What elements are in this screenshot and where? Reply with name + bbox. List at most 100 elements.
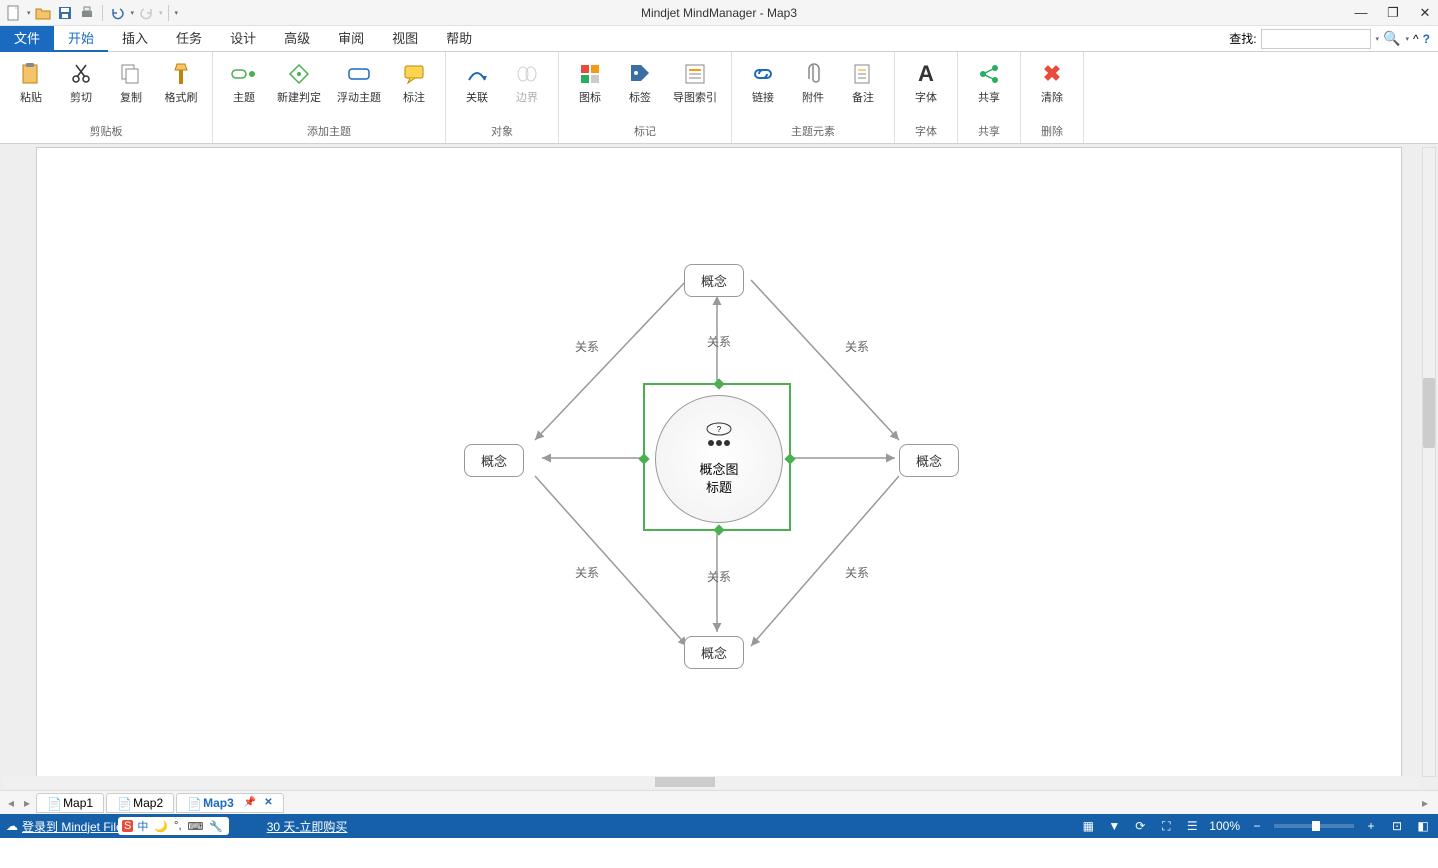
redo-icon[interactable] xyxy=(136,3,156,23)
cloud-login-icon[interactable]: ☁ xyxy=(6,819,18,833)
pin-icon[interactable]: 📌 xyxy=(244,797,256,808)
vertical-scrollbar[interactable] xyxy=(1422,147,1436,777)
ime-lang[interactable]: 中 xyxy=(135,818,150,834)
group-delete: ✖清除 删除 xyxy=(1021,52,1084,143)
qat-customize-icon[interactable]: ▾ xyxy=(175,9,179,17)
font-button[interactable]: A字体 xyxy=(903,56,949,121)
tab-start[interactable]: 开始 xyxy=(54,26,108,52)
outline-icon[interactable]: ☰ xyxy=(1183,817,1201,835)
sogou-icon[interactable]: S xyxy=(122,820,133,832)
tab-scroll-left-icon[interactable]: ◂ xyxy=(4,796,18,810)
clear-button[interactable]: ✖清除 xyxy=(1029,56,1075,121)
tab-review[interactable]: 审阅 xyxy=(324,26,378,52)
share-button[interactable]: 共享 xyxy=(966,56,1012,121)
tab-task[interactable]: 任务 xyxy=(162,26,216,52)
search-dropdown-icon[interactable]: ▾ xyxy=(1376,35,1380,43)
new-file-icon[interactable] xyxy=(4,3,24,23)
refresh-icon[interactable]: ⟳ xyxy=(1131,817,1149,835)
map-icon: 📄 xyxy=(47,797,59,809)
float-topic-button[interactable]: 浮动主题 xyxy=(331,56,387,121)
copy-button[interactable]: 复制 xyxy=(108,56,154,121)
boundary-button[interactable]: 边界 xyxy=(504,56,550,121)
attachment-button[interactable]: 附件 xyxy=(790,56,836,121)
tab-view[interactable]: 视图 xyxy=(378,26,432,52)
maximize-button[interactable]: ❐ xyxy=(1384,5,1402,21)
center-topic[interactable]: ? 概念图标题 xyxy=(643,383,791,531)
search-input[interactable] xyxy=(1261,29,1371,49)
punct-icon[interactable]: °, xyxy=(172,820,183,832)
tab-advanced[interactable]: 高级 xyxy=(270,26,324,52)
fullscreen-icon[interactable]: ⛶ xyxy=(1157,817,1175,835)
center-title: 概念图标题 xyxy=(699,461,738,497)
collapse-ribbon-icon[interactable]: ^ xyxy=(1413,32,1419,46)
print-icon[interactable] xyxy=(77,3,97,23)
tag-button[interactable]: 标签 xyxy=(617,56,663,121)
group-add-topic: 主题 新建判定 浮动主题 标注 添加主题 xyxy=(213,52,446,143)
concept-node-right[interactable]: 概念 xyxy=(899,444,959,477)
search-label: 查找: xyxy=(1229,30,1256,47)
moon-icon[interactable]: 🌙 xyxy=(152,820,170,833)
format-painter-button[interactable]: 格式刷 xyxy=(158,56,204,121)
ribbon-tabs: 文件 开始 插入 任务 设计 高级 审阅 视图 帮助 查找: ▾ 🔍▾ ^ ? xyxy=(0,26,1438,52)
tab-design[interactable]: 设计 xyxy=(216,26,270,52)
document-tabs: ◂ ▸ 📄Map1 📄Map2 📄Map3📌✕ ▸ xyxy=(0,790,1438,814)
tab-scroll-right-icon[interactable]: ▸ xyxy=(20,796,34,810)
dropdown-icon[interactable]: ▾ xyxy=(159,9,163,17)
ime-toolbar[interactable]: S 中 🌙 °, ⌨ 🔧 xyxy=(118,817,229,835)
horizontal-scrollbar[interactable] xyxy=(3,776,1420,788)
tab-help[interactable]: 帮助 xyxy=(432,26,486,52)
status-view-icon[interactable]: ▦ xyxy=(1079,817,1097,835)
keyboard-icon[interactable]: ⌨ xyxy=(186,820,206,833)
doc-tab-map3[interactable]: 📄Map3📌✕ xyxy=(176,793,284,813)
wrench-icon[interactable]: 🔧 xyxy=(207,820,225,833)
minimize-button[interactable]: — xyxy=(1352,5,1370,21)
callout-button[interactable]: 标注 xyxy=(391,56,437,121)
relation-label[interactable]: 关系 xyxy=(845,338,869,355)
map-index-button[interactable]: 导图索引 xyxy=(667,56,723,121)
concept-node-bottom[interactable]: 概念 xyxy=(684,636,744,669)
new-decision-button[interactable]: 新建判定 xyxy=(271,56,327,121)
canvas[interactable]: 概念 概念 概念 概念 ? 概念图标题 关系 关系 关系 关系 关系 关系 xyxy=(36,147,1402,777)
tab-insert[interactable]: 插入 xyxy=(108,26,162,52)
zoom-slider[interactable] xyxy=(1274,824,1354,828)
binoculars-icon[interactable]: 🔍 xyxy=(1383,30,1400,47)
relation-label[interactable]: 关系 xyxy=(845,564,869,581)
window-controls: — ❐ ✕ xyxy=(1352,5,1434,21)
help-icon[interactable]: ? xyxy=(1423,32,1430,46)
cut-button[interactable]: 剪切 xyxy=(58,56,104,121)
close-button[interactable]: ✕ xyxy=(1416,5,1434,21)
panel-icon[interactable]: ◧ xyxy=(1414,817,1432,835)
relation-button[interactable]: 关联 xyxy=(454,56,500,121)
relation-label[interactable]: 关系 xyxy=(575,564,599,581)
concept-node-top[interactable]: 概念 xyxy=(684,264,744,297)
save-icon[interactable] xyxy=(55,3,75,23)
doc-tab-map1[interactable]: 📄Map1 xyxy=(36,793,104,813)
open-folder-icon[interactable] xyxy=(33,3,53,23)
concept-node-left[interactable]: 概念 xyxy=(464,444,524,477)
relation-label[interactable]: 关系 xyxy=(707,568,731,585)
zoom-in-icon[interactable]: + xyxy=(1362,817,1380,835)
close-tab-icon[interactable]: ✕ xyxy=(264,797,272,808)
relation-label[interactable]: 关系 xyxy=(707,333,731,350)
login-link[interactable]: 登录到 Mindjet File xyxy=(22,818,123,835)
zoom-out-icon[interactable]: − xyxy=(1248,817,1266,835)
relation-label[interactable]: 关系 xyxy=(575,338,599,355)
tab-scroll-right-end-icon[interactable]: ▸ xyxy=(1416,796,1434,810)
filter-icon[interactable]: ▼ xyxy=(1105,817,1123,835)
statusbar: ☁ 登录到 Mindjet File S 中 🌙 °, ⌨ 🔧 30 天-立即购… xyxy=(0,814,1438,838)
note-button[interactable]: 备注 xyxy=(840,56,886,121)
trial-link[interactable]: 30 天-立即购买 xyxy=(267,818,348,835)
group-object: 关联 边界 对象 xyxy=(446,52,559,143)
undo-icon[interactable] xyxy=(108,3,128,23)
doc-tab-map2[interactable]: 📄Map2 xyxy=(106,793,174,813)
link-button[interactable]: 链接 xyxy=(740,56,786,121)
topic-button[interactable]: 主题 xyxy=(221,56,267,121)
paste-button[interactable]: 粘贴 xyxy=(8,56,54,121)
zoom-level[interactable]: 100% xyxy=(1209,819,1240,833)
tab-file[interactable]: 文件 xyxy=(0,26,54,52)
dropdown-icon[interactable]: ▾ xyxy=(131,9,135,17)
fit-icon[interactable]: ⊡ xyxy=(1388,817,1406,835)
icon-button[interactable]: 图标 xyxy=(567,56,613,121)
status-right: ▦ ▼ ⟳ ⛶ ☰ 100% − + ⊡ ◧ xyxy=(1079,817,1432,835)
dropdown-icon[interactable]: ▾ xyxy=(27,9,31,17)
